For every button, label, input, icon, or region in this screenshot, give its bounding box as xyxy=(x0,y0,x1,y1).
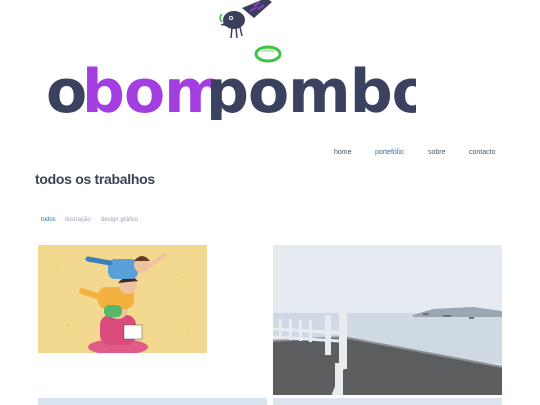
nav-item-sobre[interactable]: sobre xyxy=(428,148,446,158)
svg-text:pombo: pombo xyxy=(206,57,416,120)
pigeon-illustration xyxy=(219,0,272,39)
site-logo[interactable]: o bom pombo xyxy=(46,40,416,120)
svg-text:o: o xyxy=(46,57,86,120)
nav-item-contacto[interactable]: contacto xyxy=(469,148,495,158)
page-title: todos os trabalhos xyxy=(35,171,155,187)
gallery-item-3[interactable] xyxy=(38,398,267,405)
nav-item-portfolio[interactable]: portefólio xyxy=(375,148,404,158)
gallery-item-illustration[interactable] xyxy=(38,245,207,353)
nav-item-home[interactable]: home xyxy=(334,148,352,158)
main-nav: home portefólio sobre contacto xyxy=(0,148,540,160)
site-header: o bom pombo xyxy=(0,0,540,140)
gallery-item-4[interactable] xyxy=(273,398,502,405)
seaside-photo-image xyxy=(273,245,502,395)
gallery-item-seaside-photo[interactable] xyxy=(273,245,502,395)
filter-todos[interactable]: todos xyxy=(41,215,56,225)
category-filters: todos ilustração design gráfico xyxy=(0,215,540,225)
filter-ilustracao[interactable]: ilustração xyxy=(65,215,91,225)
filter-design-grafico[interactable]: design gráfico xyxy=(101,215,138,225)
illustration-image xyxy=(38,245,207,353)
svg-text:bom: bom xyxy=(82,57,226,120)
